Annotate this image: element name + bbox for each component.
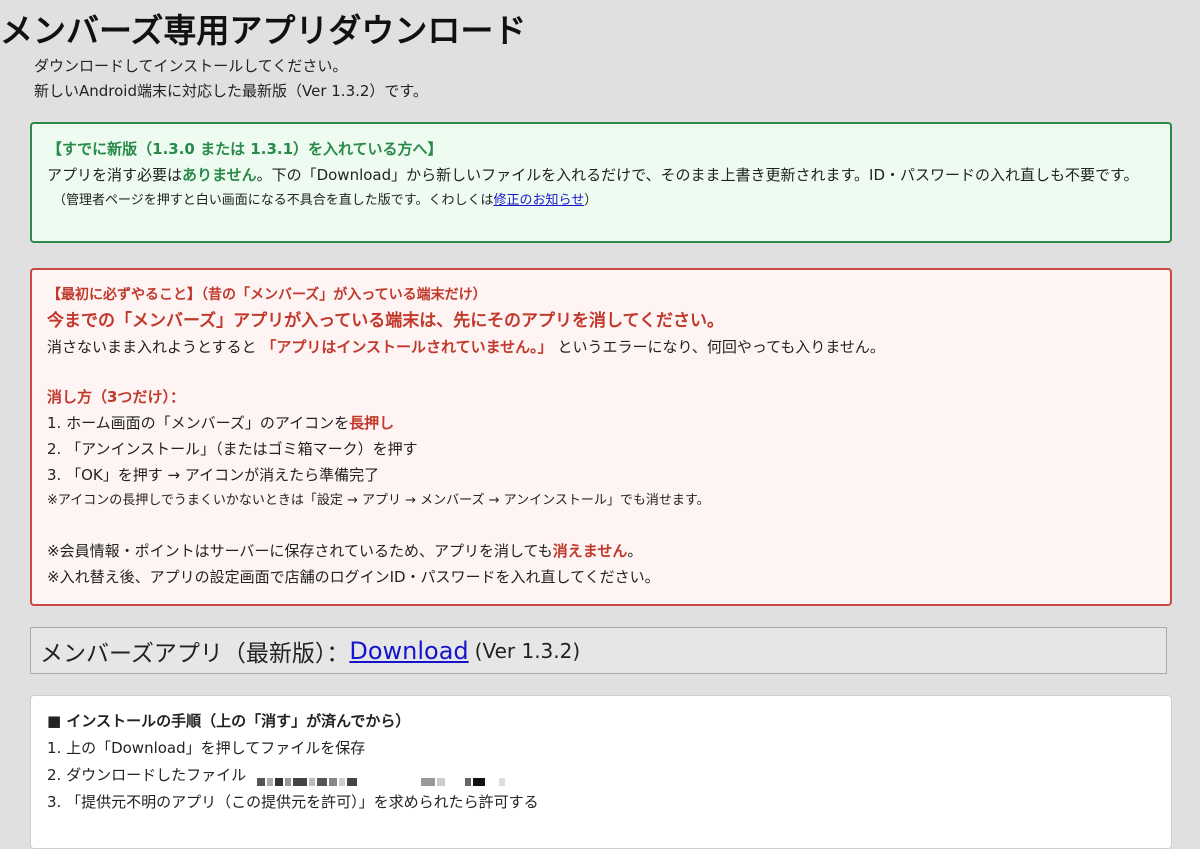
update-notice-emphasis: ありません bbox=[182, 166, 257, 184]
intro-line-1: ダウンロードしてインストールしてください。 bbox=[34, 57, 348, 75]
download-label: メンバーズアプリ（最新版）： bbox=[40, 640, 350, 667]
fix-notice-link[interactable]: 修正のお知らせ bbox=[493, 193, 584, 208]
warning-heading: 【最初に必ずやること】（昔の「メンバーズ」が入っている端末だけ） bbox=[47, 287, 487, 303]
update-notice-text-pre: アプリを消す必要は bbox=[47, 166, 183, 184]
uninstall-warning-box: 【最初に必ずやること】（昔の「メンバーズ」が入っている端末だけ） 今までの「メン… bbox=[30, 268, 1172, 606]
install-steps-box: ■ インストールの手順（上の「消す」が済んでから） 1. 上の「Download… bbox=[30, 695, 1172, 849]
warning-error-pre: 消さないまま入れようとすると bbox=[47, 338, 257, 356]
update-notice-note: （管理者ページを押すと白い画面になる不具合を直した版です。くわしくは修正のお知ら… bbox=[47, 188, 1154, 214]
install-step-2-text: 2. ダウンロードしたファイル bbox=[47, 766, 247, 784]
install-step-3: 3. 「提供元不明のアプリ（この提供元を許可）」を求められたら許可する bbox=[47, 793, 539, 811]
download-bar: メンバーズアプリ（最新版）： Download (Ver 1.3.2) bbox=[30, 627, 1167, 674]
install-step-2: 2. ダウンロードしたファイル bbox=[47, 762, 1155, 789]
member-data-note-emphasis: 消えません bbox=[552, 542, 628, 560]
download-version: (Ver 1.3.2) bbox=[474, 638, 581, 663]
warning-error-post: というエラーになり、何回やっても入りません。 bbox=[557, 338, 885, 356]
install-step-1: 1. 上の「Download」を押してファイルを保存 bbox=[47, 739, 366, 757]
page-title: メンバーズ専用アプリダウンロード bbox=[0, 11, 527, 50]
uninstall-step-3: 3. 「OK」を押す → アイコンが消えたら準備完了 bbox=[47, 466, 380, 484]
intro-text: ダウンロードしてインストールしてください。 新しいAndroid端末に対応した最… bbox=[34, 54, 428, 104]
uninstall-tip: ※アイコンの長押しでうまくいかないときは「設定 → アプリ → メンバーズ → … bbox=[47, 493, 710, 508]
uninstall-step-1-text: 1. ホーム画面の「メンバーズ」のアイコンを bbox=[47, 414, 350, 432]
warning-headline: 今までの「メンバーズ」アプリが入っている端末は、先にそのアプリを消してください。 bbox=[47, 311, 724, 331]
member-data-note-post: 。 bbox=[627, 542, 643, 560]
intro-line-2: 新しいAndroid端末に対応した最新版（Ver 1.3.2）です。 bbox=[34, 82, 428, 100]
member-data-note-pre: ※会員情報・ポイントはサーバーに保存されているため、アプリを消しても bbox=[47, 542, 553, 560]
update-notice-box: 【すでに新版（1.3.0 または 1.3.1）を入れている方へ】 アプリを消す必… bbox=[30, 122, 1172, 243]
redacted-text bbox=[256, 769, 507, 786]
uninstall-step-1: 1. ホーム画面の「メンバーズ」のアイコンを長押し bbox=[47, 410, 1154, 436]
update-note-pre: （管理者ページを押すと白い画面になる不具合を直した版です。くわしくは bbox=[53, 193, 494, 208]
warning-error-message: 「アプリはインストールされていません。」 bbox=[261, 338, 553, 356]
download-link[interactable]: Download bbox=[349, 637, 468, 665]
update-notice-heading: 【すでに新版（1.3.0 または 1.3.1）を入れている方へ】 bbox=[47, 140, 443, 158]
member-data-note: ※会員情報・ポイントはサーバーに保存されているため、アプリを消しても消えません。 bbox=[47, 538, 1154, 564]
relogin-note: ※入れ替え後、アプリの設定画面で店舗のログインID・パスワードを入れ直してくださ… bbox=[47, 568, 660, 586]
update-notice-text-post: 。下の「Download」から新しいファイルを入れるだけで、そのまま上書き更新さ… bbox=[256, 166, 1139, 184]
update-note-post: ） bbox=[584, 193, 598, 208]
install-steps-heading: ■ インストールの手順（上の「消す」が済んでから） bbox=[47, 712, 411, 730]
uninstall-steps-heading: 消し方（3つだけ）： bbox=[47, 388, 185, 406]
warning-error-line: 消さないまま入れようとすると 「アプリはインストールされていません。」 というエ… bbox=[47, 334, 1154, 360]
update-notice-body: アプリを消す必要はありません。下の「Download」から新しいファイルを入れる… bbox=[47, 162, 1154, 188]
uninstall-step-1-emphasis: 長押し bbox=[349, 414, 395, 432]
uninstall-step-2: 2. 「アンインストール」（またはゴミ箱マーク）を押す bbox=[47, 440, 418, 458]
